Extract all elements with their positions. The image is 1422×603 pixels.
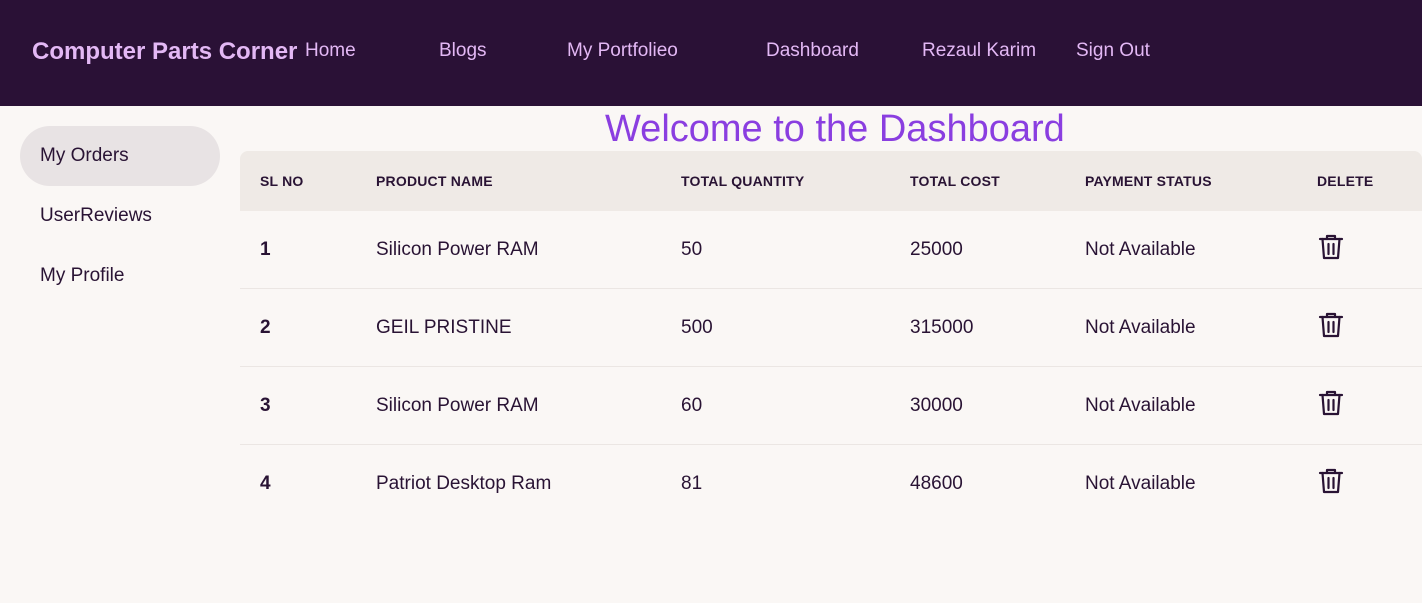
trash-icon[interactable] bbox=[1318, 233, 1344, 261]
header-total-quantity: TOTAL QUANTITY bbox=[681, 173, 805, 189]
table-row: 1 Silicon Power RAM 50 25000 Not Availab… bbox=[240, 211, 1422, 289]
nav-link-home[interactable]: Home bbox=[305, 40, 356, 62]
nav-link-dashboard[interactable]: Dashboard bbox=[766, 40, 859, 62]
cell-product-name: Silicon Power RAM bbox=[376, 239, 539, 260]
cell-cost: 25000 bbox=[910, 239, 963, 260]
header-sl-no: SL NO bbox=[260, 173, 304, 189]
sidebar-item-my-orders[interactable]: My Orders bbox=[20, 126, 220, 186]
table-row: 2 GEIL PRISTINE 500 315000 Not Available bbox=[240, 289, 1422, 367]
cell-sl-no: 3 bbox=[260, 395, 271, 416]
cell-product-name: Silicon Power RAM bbox=[376, 395, 539, 416]
cell-sl-no: 1 bbox=[260, 239, 271, 260]
cell-sl-no: 4 bbox=[260, 473, 271, 494]
cell-sl-no: 2 bbox=[260, 317, 271, 338]
sidebar: My Orders UserReviews My Profile bbox=[20, 126, 220, 306]
cell-payment-status: Not Available bbox=[1085, 317, 1196, 338]
cell-cost: 30000 bbox=[910, 395, 963, 416]
trash-icon[interactable] bbox=[1318, 311, 1344, 339]
nav-link-blogs[interactable]: Blogs bbox=[439, 40, 487, 62]
cell-quantity: 500 bbox=[681, 317, 713, 338]
table-row: 3 Silicon Power RAM 60 30000 Not Availab… bbox=[240, 367, 1422, 445]
cell-product-name: Patriot Desktop Ram bbox=[376, 473, 552, 494]
cell-quantity: 60 bbox=[681, 395, 703, 416]
cell-cost: 315000 bbox=[910, 317, 974, 338]
cell-payment-status: Not Available bbox=[1085, 473, 1196, 494]
table-header: SL NO PRODUCT NAME TOTAL QUANTITY TOTAL … bbox=[240, 151, 1422, 211]
brand-logo[interactable]: Computer Parts Corner bbox=[32, 38, 297, 66]
trash-icon[interactable] bbox=[1318, 389, 1344, 417]
header-product-name: PRODUCT NAME bbox=[376, 173, 493, 189]
navbar: Computer Parts Corner Home Blogs My Port… bbox=[0, 0, 1422, 106]
cell-quantity: 81 bbox=[681, 473, 703, 494]
sidebar-item-my-profile[interactable]: My Profile bbox=[20, 246, 220, 306]
cell-payment-status: Not Available bbox=[1085, 239, 1196, 260]
trash-icon[interactable] bbox=[1318, 467, 1344, 495]
header-payment-status: PAYMENT STATUS bbox=[1085, 173, 1212, 189]
cell-product-name: GEIL PRISTINE bbox=[376, 317, 512, 338]
table-row: 4 Patriot Desktop Ram 81 48600 Not Avail… bbox=[240, 445, 1422, 523]
header-total-cost: TOTAL COST bbox=[910, 173, 1000, 189]
page-title: Welcome to the Dashboard bbox=[605, 108, 1065, 150]
cell-quantity: 50 bbox=[681, 239, 703, 260]
header-delete: DELETE bbox=[1317, 173, 1374, 189]
cell-payment-status: Not Available bbox=[1085, 395, 1196, 416]
nav-link-portfolio[interactable]: My Portfolieo bbox=[567, 40, 678, 62]
orders-table: SL NO PRODUCT NAME TOTAL QUANTITY TOTAL … bbox=[240, 151, 1422, 523]
sidebar-item-user-reviews[interactable]: UserReviews bbox=[20, 186, 220, 246]
nav-user-name[interactable]: Rezaul Karim bbox=[922, 40, 1036, 62]
cell-cost: 48600 bbox=[910, 473, 963, 494]
nav-sign-out[interactable]: Sign Out bbox=[1076, 40, 1150, 62]
